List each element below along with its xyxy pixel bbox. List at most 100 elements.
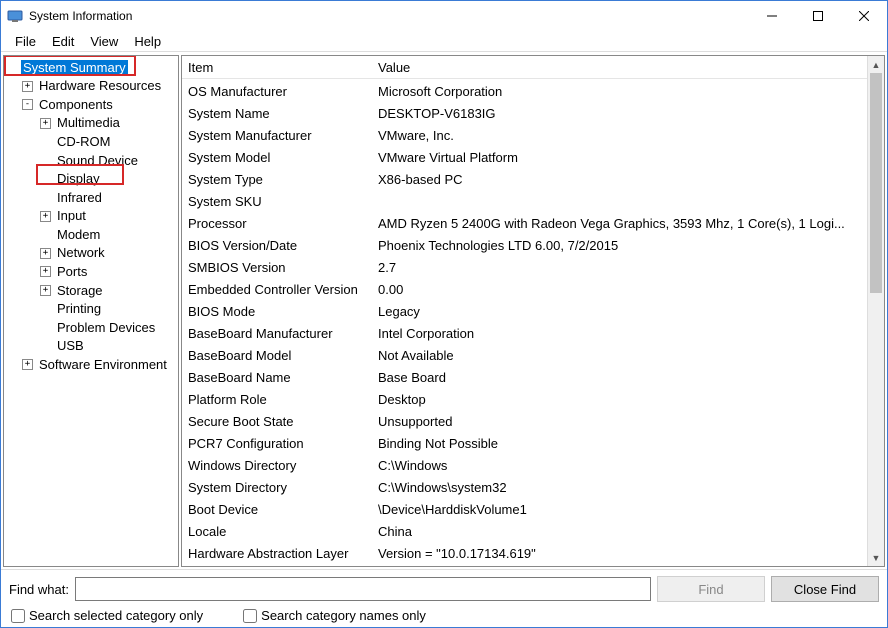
vertical-scrollbar[interactable]: ▲ ▼ bbox=[867, 56, 884, 566]
collapse-icon[interactable]: - bbox=[22, 99, 33, 110]
menu-file[interactable]: File bbox=[7, 32, 44, 51]
list-row[interactable]: System DirectoryC:\Windows\system32 bbox=[182, 476, 867, 498]
list-row[interactable]: BaseBoard ManufacturerIntel Corporation bbox=[182, 322, 867, 344]
scroll-track[interactable] bbox=[868, 73, 884, 549]
cell-item: System Directory bbox=[182, 479, 372, 496]
tree-multimedia[interactable]: + Multimedia bbox=[4, 114, 178, 133]
cell-item: BIOS Mode bbox=[182, 303, 372, 320]
list-row[interactable]: BIOS ModeLegacy bbox=[182, 300, 867, 322]
tree-hardware-resources[interactable]: + Hardware Resources bbox=[4, 77, 178, 96]
list-body[interactable]: OS ManufacturerMicrosoft CorporationSyst… bbox=[182, 80, 867, 566]
column-value[interactable]: Value bbox=[372, 57, 867, 79]
list-row[interactable]: BIOS Version/DatePhoenix Technologies LT… bbox=[182, 234, 867, 256]
cell-value: VMware, Inc. bbox=[372, 127, 867, 144]
list-row[interactable]: ProcessorAMD Ryzen 5 2400G with Radeon V… bbox=[182, 212, 867, 234]
expand-icon[interactable]: + bbox=[40, 118, 51, 129]
search-names-checkbox[interactable]: Search category names only bbox=[243, 608, 426, 623]
list-row[interactable]: System ManufacturerVMware, Inc. bbox=[182, 124, 867, 146]
tree-label[interactable]: CD-ROM bbox=[55, 134, 112, 149]
tree-components[interactable]: -Components bbox=[4, 95, 178, 114]
tree-software-environment[interactable]: + Software Environment bbox=[4, 355, 178, 374]
navigation-tree[interactable]: System Summary + Hardware Resources -Comp… bbox=[3, 55, 179, 567]
expand-icon[interactable]: + bbox=[40, 248, 51, 259]
cell-item: BIOS Version/Date bbox=[182, 237, 372, 254]
tree-printing[interactable]: Printing bbox=[4, 300, 178, 319]
tree-label[interactable]: Display bbox=[55, 171, 102, 186]
list-row[interactable]: LocaleChina bbox=[182, 520, 867, 542]
expand-icon[interactable]: + bbox=[22, 359, 33, 370]
tree-modem[interactable]: Modem bbox=[4, 225, 178, 244]
expand-icon[interactable]: + bbox=[22, 81, 33, 92]
tree-problem-devices[interactable]: Problem Devices bbox=[4, 318, 178, 337]
list-row[interactable]: PCR7 ConfigurationBinding Not Possible bbox=[182, 432, 867, 454]
scroll-down-icon[interactable]: ▼ bbox=[868, 549, 884, 566]
tree-label[interactable]: Hardware Resources bbox=[37, 78, 163, 93]
list-row[interactable]: System SKU bbox=[182, 190, 867, 212]
tree-storage[interactable]: + Storage bbox=[4, 281, 178, 300]
close-button[interactable] bbox=[841, 1, 887, 31]
cell-value: Intel Corporation bbox=[372, 325, 867, 342]
close-find-button[interactable]: Close Find bbox=[771, 576, 879, 602]
find-input[interactable] bbox=[75, 577, 651, 601]
cell-item: System Manufacturer bbox=[182, 127, 372, 144]
tree-usb[interactable]: USB bbox=[4, 337, 178, 356]
expand-icon[interactable]: + bbox=[40, 266, 51, 277]
cell-item: PCR7 Configuration bbox=[182, 435, 372, 452]
tree-network[interactable]: + Network bbox=[4, 244, 178, 263]
tree-label[interactable]: Sound Device bbox=[55, 153, 140, 168]
tree-input[interactable]: + Input bbox=[4, 207, 178, 226]
scroll-thumb[interactable] bbox=[870, 73, 882, 293]
tree-sound-device[interactable]: Sound Device bbox=[4, 151, 178, 170]
list-row[interactable]: System TypeX86-based PC bbox=[182, 168, 867, 190]
list-row[interactable]: User NameDESKTOP-V6183IG\mini bbox=[182, 564, 867, 566]
list-row[interactable]: Windows DirectoryC:\Windows bbox=[182, 454, 867, 476]
expand-icon[interactable]: + bbox=[40, 285, 51, 296]
list-row[interactable]: System ModelVMware Virtual Platform bbox=[182, 146, 867, 168]
maximize-button[interactable] bbox=[795, 1, 841, 31]
checkbox-icon[interactable] bbox=[11, 609, 25, 623]
list-row[interactable]: Platform RoleDesktop bbox=[182, 388, 867, 410]
tree-infrared[interactable]: Infrared bbox=[4, 188, 178, 207]
menu-help[interactable]: Help bbox=[126, 32, 169, 51]
list-row[interactable]: Boot Device\Device\HarddiskVolume1 bbox=[182, 498, 867, 520]
cell-value: Not Available bbox=[372, 347, 867, 364]
list-row[interactable]: BaseBoard NameBase Board bbox=[182, 366, 867, 388]
list-row[interactable]: System NameDESKTOP-V6183IG bbox=[182, 102, 867, 124]
menu-edit[interactable]: Edit bbox=[44, 32, 82, 51]
tree-label[interactable]: Problem Devices bbox=[55, 320, 157, 335]
list-row[interactable]: OS ManufacturerMicrosoft Corporation bbox=[182, 80, 867, 102]
tree-label[interactable]: Software Environment bbox=[37, 357, 169, 372]
list-row[interactable]: Hardware Abstraction LayerVersion = "10.… bbox=[182, 542, 867, 564]
expand-icon[interactable]: + bbox=[40, 211, 51, 222]
app-icon bbox=[7, 8, 23, 24]
tree-label[interactable]: USB bbox=[55, 338, 86, 353]
tree-label[interactable]: Network bbox=[55, 245, 107, 260]
tree-label[interactable]: Ports bbox=[55, 264, 89, 279]
tree-ports[interactable]: + Ports bbox=[4, 262, 178, 281]
list-row[interactable]: Embedded Controller Version0.00 bbox=[182, 278, 867, 300]
tree-system-summary[interactable]: System Summary bbox=[4, 58, 178, 77]
tree-label[interactable]: Multimedia bbox=[55, 115, 122, 130]
tree-display[interactable]: Display bbox=[4, 170, 178, 189]
tree-label[interactable]: Input bbox=[55, 208, 88, 223]
cell-item: System Name bbox=[182, 105, 372, 122]
column-item[interactable]: Item bbox=[182, 57, 372, 79]
cell-value: Base Board bbox=[372, 369, 867, 386]
search-selected-checkbox[interactable]: Search selected category only bbox=[11, 608, 203, 623]
tree-label[interactable]: Components bbox=[37, 97, 115, 112]
find-bar: Find what: Find Close Find Search select… bbox=[1, 569, 887, 627]
menu-view[interactable]: View bbox=[82, 32, 126, 51]
tree-label[interactable]: Storage bbox=[55, 283, 105, 298]
tree-label[interactable]: Infrared bbox=[55, 190, 104, 205]
minimize-button[interactable] bbox=[749, 1, 795, 31]
list-row[interactable]: BaseBoard ModelNot Available bbox=[182, 344, 867, 366]
tree-label[interactable]: Printing bbox=[55, 301, 103, 316]
list-row[interactable]: Secure Boot StateUnsupported bbox=[182, 410, 867, 432]
list-row[interactable]: SMBIOS Version2.7 bbox=[182, 256, 867, 278]
checkbox-icon[interactable] bbox=[243, 609, 257, 623]
tree-cdrom[interactable]: CD-ROM bbox=[4, 132, 178, 151]
scroll-up-icon[interactable]: ▲ bbox=[868, 56, 884, 73]
find-button[interactable]: Find bbox=[657, 576, 765, 602]
tree-label[interactable]: System Summary bbox=[21, 60, 128, 75]
tree-label[interactable]: Modem bbox=[55, 227, 102, 242]
